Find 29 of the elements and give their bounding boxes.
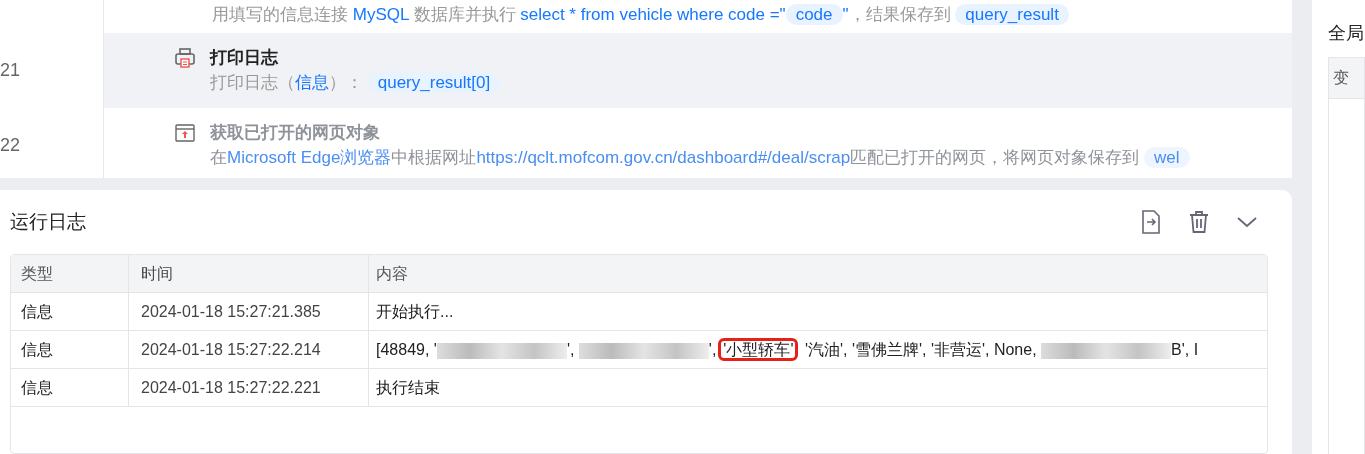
step-description: 用填写的信息连接 MySQL 数据库并执行 select * from vehicle where code =" code "，结果保存到 query_result	[212, 2, 1069, 28]
panel-title: 运行日志	[10, 209, 86, 234]
flow-step[interactable]: 打印日志 打印日志（信息）： query_result[0]	[104, 32, 1292, 108]
step-description: 在Microsoft Edge浏览器中根据网址https://qclt.mofcom.gov.cn/dashboard#/deal/scrap匹配已打开的网页，将网页对象保存到 wel	[210, 145, 1190, 171]
step-title: 获取已打开的网页对象	[210, 121, 381, 144]
table-cell: 信息	[11, 369, 129, 406]
table-cell: 信息	[11, 293, 129, 330]
printer-icon	[174, 46, 196, 69]
table-cell: 2024-01-18 15:27:21.385	[129, 293, 369, 330]
table-cell: [48849, ' ', ', '小型轿车' '汽油', '雪佛兰牌', '非营运', None, B', I	[369, 331, 1267, 368]
column-header: 内容	[375, 264, 409, 284]
line-number: 22	[0, 133, 21, 157]
column-header: 类型	[11, 255, 129, 292]
export-icon	[1140, 209, 1162, 234]
browser-window-icon	[174, 121, 196, 144]
column-header: 变	[1333, 69, 1349, 86]
flow-step[interactable]: 用填写的信息连接 MySQL 数据库并执行 select * from vehicle where code =" code "，结果保存到 query_result	[104, 0, 1292, 33]
chevron-down-icon	[1236, 214, 1258, 229]
panel-title: 全局	[1328, 22, 1365, 45]
table-cell: 信息	[11, 331, 129, 368]
column-header: 时间	[129, 255, 369, 292]
step-description: 打印日志（信息）： query_result[0]	[210, 70, 501, 96]
table-cell: 2024-01-18 15:27:22.214	[129, 331, 369, 368]
trash-icon	[1188, 209, 1210, 234]
line-number: 21	[0, 58, 21, 82]
table-cell-text: 开始执行...	[375, 302, 455, 322]
step-title: 打印日志	[210, 46, 279, 69]
table-cell-text: 执行结束	[375, 378, 441, 398]
table-cell: 2024-01-18 15:27:22.221	[129, 369, 369, 406]
